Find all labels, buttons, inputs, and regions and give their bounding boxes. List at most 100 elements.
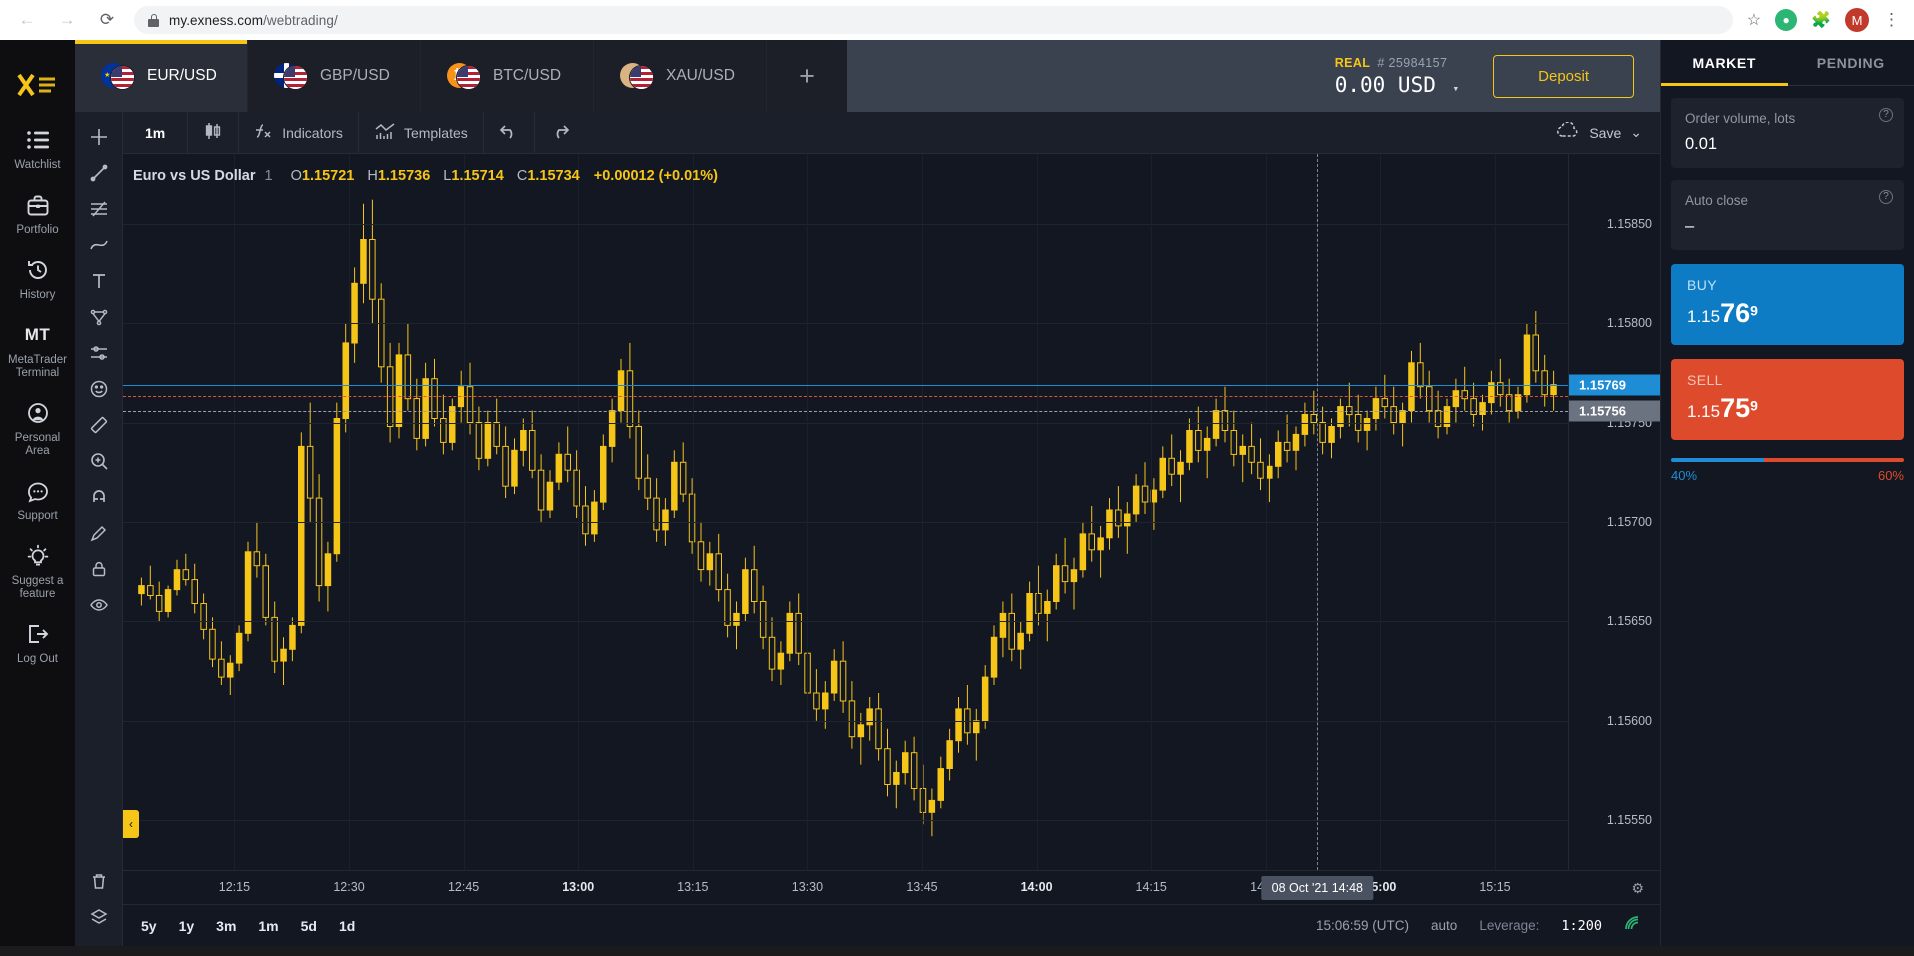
sidebar-item-logout[interactable]: Log Out	[0, 610, 75, 675]
sidebar-item-watchlist[interactable]: Watchlist	[0, 116, 75, 181]
cursor-cross-icon[interactable]	[82, 120, 116, 154]
auto-close-field[interactable]: ? Auto close –	[1671, 180, 1904, 250]
tab-eur-usd[interactable]: ★★★ EUR/USD	[75, 40, 248, 112]
price-axis[interactable]: 1.158501.158001.157501.157001.156501.156…	[1568, 154, 1660, 870]
sentiment-buy-pct: 40%	[1671, 468, 1697, 483]
url-text: my.exness.com/webtrading/	[169, 13, 338, 28]
indicators-button[interactable]: Indicators	[239, 112, 359, 154]
browser-profile-avatar[interactable]: M	[1845, 8, 1869, 32]
sidebar-item-history[interactable]: History	[0, 246, 75, 311]
sidebar-label: Watchlist	[14, 159, 60, 172]
text-tool-icon[interactable]	[82, 264, 116, 298]
help-question-icon[interactable]: ?	[1879, 190, 1893, 204]
chart-type-button[interactable]	[188, 112, 239, 154]
sidebar-item-support[interactable]: Support	[0, 467, 75, 532]
layers-icon[interactable]	[82, 900, 116, 934]
os-taskbar	[0, 946, 1914, 956]
redo-button[interactable]	[535, 112, 585, 154]
grid-line	[123, 522, 1568, 523]
sidebar-item-personal-area[interactable]: Personal Area	[0, 389, 75, 467]
ruler-icon[interactable]	[82, 408, 116, 442]
range-5y[interactable]: 5y	[141, 918, 157, 934]
forward-arrow-icon[interactable]: →	[54, 7, 80, 33]
order-volume-value: 0.01	[1685, 135, 1890, 154]
price-tick: 1.15600	[1607, 714, 1652, 728]
save-button[interactable]: Save ⌄	[1538, 122, 1660, 143]
chart-ohlc-header: Euro vs US Dollar 1 O1.15721 H1.15736 L1…	[133, 168, 718, 184]
address-bar[interactable]: my.exness.com/webtrading/	[134, 6, 1733, 34]
main-column: ★★★ EUR/USD GBP/USD ₿ BTC/USD	[75, 40, 1660, 946]
chart-plot[interactable]: Euro vs US Dollar 1 O1.15721 H1.15736 L1…	[123, 154, 1568, 870]
sidebar-label: MetaTrader Terminal	[2, 354, 73, 380]
chat-bubble-icon	[26, 478, 50, 504]
extension-puzzle-icon[interactable]: 🧩	[1811, 10, 1831, 30]
back-arrow-icon[interactable]: ←	[14, 7, 40, 33]
buy-button[interactable]: BUY 1.15769	[1671, 264, 1904, 345]
auto-close-value: –	[1685, 217, 1890, 236]
instrument-name: Euro vs US Dollar	[133, 168, 255, 184]
account-area: REAL# 25984157 0.00 USD ▾ Deposit	[1309, 40, 1660, 112]
zoom-in-icon[interactable]	[82, 444, 116, 478]
candlestick-series	[123, 154, 1568, 870]
reload-icon[interactable]: ⟳	[94, 7, 120, 33]
briefcase-icon	[26, 192, 50, 218]
emoji-icon[interactable]	[82, 372, 116, 406]
account-summary[interactable]: REAL# 25984157 0.00 USD ▾	[1335, 56, 1459, 97]
flag-pair-xau-usd-icon	[620, 63, 654, 89]
tab-btc-usd[interactable]: ₿ BTC/USD	[421, 40, 594, 112]
sidebar-item-metatrader[interactable]: MT MetaTrader Terminal	[0, 311, 75, 389]
time-tick: 12:45	[448, 880, 479, 894]
scale-mode-button[interactable]: auto	[1431, 918, 1457, 933]
buy-price-prefix: 1.15	[1687, 307, 1720, 326]
help-question-icon[interactable]: ?	[1879, 108, 1893, 122]
time-axis[interactable]: ⚙ 12:1512:3012:4513:0013:1513:3013:4514:…	[123, 870, 1660, 904]
range-1m[interactable]: 1m	[258, 918, 278, 934]
tab-market[interactable]: MARKET	[1661, 40, 1788, 85]
range-5d[interactable]: 5d	[301, 918, 317, 934]
chart-settings-gear-icon[interactable]: ⚙	[1631, 880, 1644, 897]
chart-bottom-bar: 5y 1y 3m 1m 5d 1d 15:06:59 (UTC) auto Le…	[123, 904, 1660, 946]
tab-xau-usd[interactable]: XAU/USD	[594, 40, 767, 112]
add-tab-button[interactable]: +	[767, 40, 847, 112]
undo-button[interactable]	[484, 112, 535, 154]
range-3m[interactable]: 3m	[216, 918, 236, 934]
pitchfork-icon[interactable]	[82, 300, 116, 334]
pencil-lock-icon[interactable]	[82, 516, 116, 550]
price-tick: 1.15550	[1607, 813, 1652, 827]
grid-line-vertical	[693, 154, 694, 870]
exness-logo	[0, 54, 75, 116]
time-tick: 12:30	[333, 880, 364, 894]
collapse-panel-button[interactable]: ‹	[123, 810, 139, 838]
order-panel: MARKET PENDING ? Order volume, lots 0.01…	[1660, 40, 1914, 946]
chevron-down-icon[interactable]: ⌄	[1630, 124, 1642, 141]
tab-gbp-usd[interactable]: GBP/USD	[248, 40, 421, 112]
sidebar-item-suggest-feature[interactable]: Suggest a feature	[0, 532, 75, 610]
user-circle-icon	[26, 400, 50, 426]
last-price-line	[123, 411, 1568, 412]
tab-pending[interactable]: PENDING	[1788, 40, 1914, 85]
trend-line-icon[interactable]	[82, 156, 116, 190]
templates-button[interactable]: Templates	[359, 112, 484, 154]
extension-green-icon[interactable]: ●	[1775, 9, 1797, 31]
time-tick: 13:15	[677, 880, 708, 894]
lock-icon[interactable]	[82, 552, 116, 586]
bookmark-star-icon[interactable]: ☆	[1747, 10, 1761, 30]
trash-icon[interactable]	[82, 864, 116, 898]
magnet-icon[interactable]	[82, 480, 116, 514]
time-tick: 13:00	[562, 880, 594, 894]
fib-retracement-icon[interactable]	[82, 192, 116, 226]
chart-toolbar: 1m	[123, 112, 1660, 154]
curve-icon[interactable]	[82, 228, 116, 262]
chevron-down-icon[interactable]: ▾	[1453, 82, 1460, 95]
range-1d[interactable]: 1d	[339, 918, 355, 934]
range-1y[interactable]: 1y	[179, 918, 195, 934]
sell-button[interactable]: SELL 1.15759	[1671, 359, 1904, 440]
kebab-menu-icon[interactable]: ⋮	[1883, 10, 1900, 30]
timeframe-button[interactable]: 1m	[123, 112, 188, 154]
deposit-button[interactable]: Deposit	[1493, 55, 1634, 98]
order-volume-field[interactable]: ? Order volume, lots 0.01	[1671, 98, 1904, 168]
settings-sliders-icon[interactable]	[82, 336, 116, 370]
eye-icon[interactable]	[82, 588, 116, 622]
sidebar-item-portfolio[interactable]: Portfolio	[0, 181, 75, 246]
sentiment-sell-pct: 60%	[1878, 468, 1904, 483]
